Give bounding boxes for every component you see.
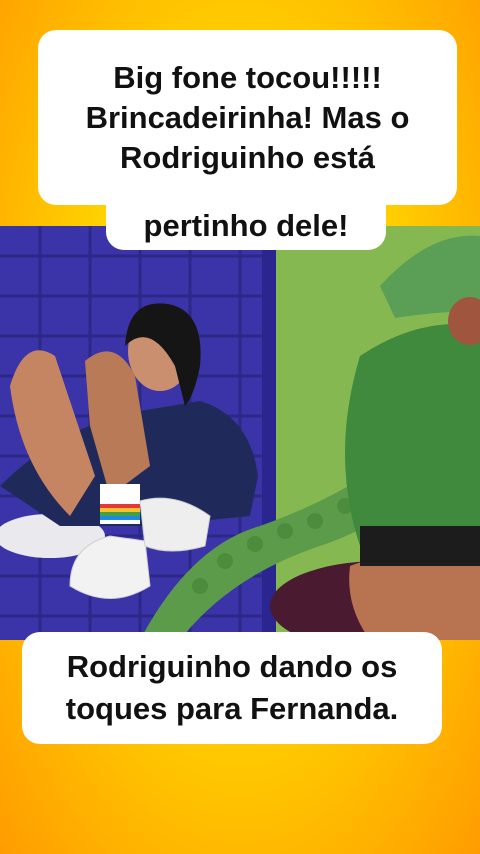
scene-illustration xyxy=(0,226,480,640)
scene-photo xyxy=(0,226,480,640)
bottom-caption: Rodriguinho dando os toques para Fernand… xyxy=(22,632,442,744)
top-caption: Big fone tocou!!!!! Brincadeirinha! Mas … xyxy=(38,30,457,205)
bottom-caption-text: Rodriguinho dando os toques para Fernand… xyxy=(65,649,399,726)
top-caption-last-line: pertinho dele! xyxy=(143,208,349,243)
top-caption-text: Big fone tocou!!!!! Brincadeirinha! Mas … xyxy=(85,59,410,175)
